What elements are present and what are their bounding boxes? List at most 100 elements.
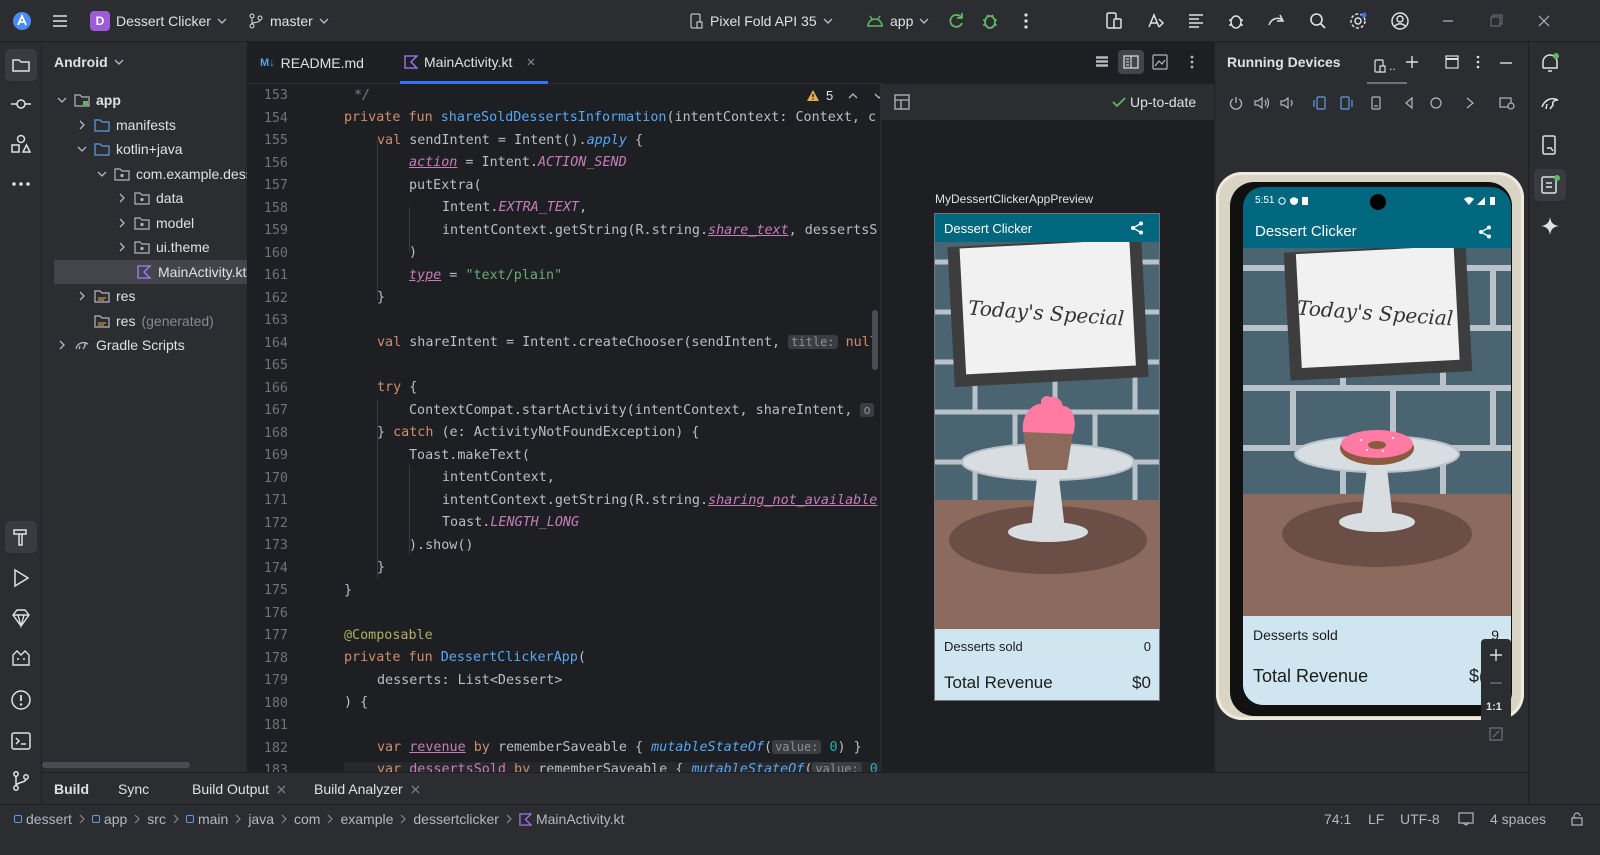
breadcrumb-item[interactable]: src: [147, 811, 166, 827]
tree-item-gradle-scripts[interactable]: Gradle Scripts: [56, 333, 185, 357]
more-horizontal-icon[interactable]: [9, 172, 33, 196]
app-quality-insights-icon[interactable]: [9, 606, 33, 630]
power-icon[interactable]: [1229, 96, 1243, 110]
device-explorer-icon[interactable]: [1539, 134, 1561, 156]
tree-item-res[interactable]: res: [76, 284, 135, 308]
build-variants-icon[interactable]: [1186, 11, 1206, 31]
indent-setting[interactable]: 4 spaces: [1490, 805, 1546, 833]
readonly-toggle-icon[interactable]: [1458, 812, 1474, 826]
tree-item-kotlin-java[interactable]: kotlin+java: [76, 137, 183, 161]
problems-icon[interactable]: [9, 688, 33, 712]
branch-selector[interactable]: master: [248, 0, 329, 42]
caret-position[interactable]: 74:1: [1324, 805, 1351, 833]
android-studio-logo[interactable]: [12, 0, 32, 42]
app-inspection-icon[interactable]: [9, 647, 33, 671]
vertical-scrollbar[interactable]: [872, 310, 878, 370]
code-view-icon[interactable]: [1094, 55, 1110, 69]
notifications-icon[interactable]: [1539, 52, 1561, 74]
gemini-icon[interactable]: [1539, 92, 1561, 114]
breadcrumb-item[interactable]: dessert: [14, 811, 72, 827]
breadcrumb-item[interactable]: java: [248, 811, 274, 827]
zoom-in-icon[interactable]: [1488, 647, 1504, 663]
tab-readme[interactable]: M↓ README.md: [260, 42, 364, 84]
run-config-selector[interactable]: app: [866, 0, 929, 42]
project-view-selector[interactable]: Android: [54, 54, 124, 70]
fold-device-icon[interactable]: [1369, 96, 1383, 110]
volume-up-icon[interactable]: [1254, 96, 1270, 110]
zoom-ratio[interactable]: 1:1: [1486, 701, 1502, 713]
debug-icon[interactable]: [980, 11, 1000, 31]
account-icon[interactable]: [1390, 11, 1410, 31]
chevron-down-icon[interactable]: [873, 91, 880, 101]
search-icon[interactable]: [1308, 11, 1328, 31]
chevron-up-icon[interactable]: [847, 91, 859, 101]
minimize-window-icon[interactable]: [1438, 11, 1458, 31]
device-screen[interactable]: 5:51 Dessert Clicker Today's Special Des…: [1243, 187, 1511, 705]
tree-item-data[interactable]: data: [116, 186, 183, 210]
translations-icon[interactable]: [1146, 11, 1166, 31]
breadcrumb-item[interactable]: com: [294, 811, 320, 827]
code-editor[interactable]: 153 154 155 156 157 158 159 160 161 162 163 164 165 1…: [248, 84, 880, 772]
share-icon[interactable]: [1478, 225, 1492, 239]
tree-item-manifests[interactable]: manifests: [76, 113, 176, 137]
lock-icon[interactable]: [1570, 812, 1584, 826]
preview-layout-icon[interactable]: [894, 94, 910, 110]
inspection-widget[interactable]: 5: [806, 88, 880, 103]
run-icon[interactable]: [9, 566, 33, 590]
design-view-icon[interactable]: [1152, 54, 1168, 70]
tree-item-app[interactable]: app: [56, 88, 121, 112]
breadcrumb-item[interactable]: example: [340, 811, 393, 827]
tab-sync[interactable]: Sync: [118, 773, 149, 805]
tree-item-res-generated[interactable]: res (generated): [94, 309, 214, 333]
settings-gear-icon[interactable]: [1348, 11, 1368, 31]
breadcrumb-item[interactable]: dessertclicker: [413, 811, 499, 827]
overview-icon[interactable]: [1465, 96, 1475, 110]
running-devices-tool-button[interactable]: [1534, 169, 1566, 201]
rotate-right-icon[interactable]: [1339, 96, 1353, 110]
volume-down-icon[interactable]: [1280, 96, 1294, 110]
file-encoding[interactable]: UTF-8: [1400, 805, 1440, 833]
close-tab-icon[interactable]: [411, 785, 420, 794]
apply-changes-icon[interactable]: [946, 11, 966, 31]
zoom-out-icon[interactable]: [1488, 675, 1504, 691]
line-separator[interactable]: LF: [1368, 805, 1384, 833]
tree-item-mainactivity[interactable]: MainActivity.kt: [54, 260, 247, 284]
commit-icon[interactable]: [9, 92, 33, 116]
version-control-icon[interactable]: [9, 769, 33, 793]
breadcrumb-item[interactable]: main: [185, 811, 228, 827]
breadcrumb-item[interactable]: app: [91, 811, 127, 827]
build-tool-button[interactable]: [5, 521, 37, 553]
split-view-button[interactable]: [1118, 50, 1144, 74]
terminal-icon[interactable]: [9, 729, 33, 753]
tab-build[interactable]: Build: [54, 773, 89, 805]
tree-item-ui-theme[interactable]: ui.theme: [116, 235, 210, 259]
window-layout-icon[interactable]: [1445, 55, 1459, 69]
close-tab-icon[interactable]: [277, 785, 286, 794]
rotate-left-icon[interactable]: [1313, 96, 1327, 110]
screenshot-icon[interactable]: [1499, 96, 1515, 110]
project-tool-button[interactable]: [5, 49, 37, 81]
more-vertical-icon[interactable]: [1473, 55, 1483, 69]
sparkle-icon[interactable]: [1540, 216, 1560, 236]
close-window-icon[interactable]: [1534, 11, 1554, 31]
tab-build-output[interactable]: Build Output: [192, 773, 286, 805]
main-menu-button[interactable]: [50, 0, 70, 42]
sync-gradle-icon[interactable]: [1266, 11, 1286, 31]
breadcrumb-item[interactable]: MainActivity.kt: [519, 811, 624, 827]
preview-render[interactable]: Dessert Clicker Today's Special Desserts…: [934, 213, 1160, 701]
more-vertical-icon[interactable]: [1016, 11, 1036, 31]
back-icon[interactable]: [1403, 96, 1415, 110]
device-tab[interactable]: ..: [1367, 50, 1407, 84]
zoom-fit-icon[interactable]: [1489, 727, 1503, 741]
project-selector[interactable]: D Dessert Clicker: [90, 0, 227, 42]
device-selector[interactable]: Pixel Fold API 35: [688, 0, 833, 42]
tree-item-package[interactable]: com.example.dess: [96, 162, 247, 186]
tree-item-model[interactable]: model: [116, 211, 194, 235]
dessert-scene-image[interactable]: Today's Special: [1243, 248, 1511, 616]
logcat-icon[interactable]: [1226, 11, 1246, 31]
restore-window-icon[interactable]: [1486, 11, 1506, 31]
device-manager-icon[interactable]: [1104, 11, 1124, 31]
tab-mainactivity[interactable]: MainActivity.kt: [400, 42, 548, 84]
home-icon[interactable]: [1429, 96, 1443, 110]
resource-manager-icon[interactable]: [9, 132, 33, 156]
